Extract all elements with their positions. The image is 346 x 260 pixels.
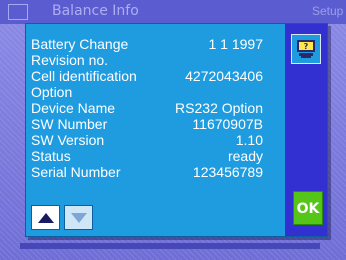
info-row-cell-identification: Cell identification 4272043406: [31, 68, 263, 84]
info-row-status: Status ready: [31, 148, 263, 164]
info-label: Battery Change: [31, 36, 129, 52]
svg-text:?: ?: [304, 42, 309, 51]
background-title-bar: Balance Info Setup: [0, 0, 346, 24]
info-value: 1.10: [235, 132, 263, 148]
arrow-down-icon: [71, 213, 87, 223]
info-label: SW Number: [31, 116, 108, 132]
balance-info-dialog: Battery Change 1 1 1997 Revision no. Cel…: [25, 23, 328, 237]
info-value: 1 1 1997: [208, 36, 264, 52]
info-value: 123456789: [192, 164, 263, 180]
info-value: 11670907B: [192, 116, 263, 132]
background-title: Balance Info: [52, 3, 139, 19]
info-value: ready: [227, 148, 263, 164]
info-row-sw-version: SW Version 1.10: [31, 132, 263, 148]
info-label: Cell identification: [31, 68, 137, 84]
info-label: Option: [31, 84, 73, 100]
info-row-battery-change: Battery Change 1 1 1997: [31, 36, 263, 52]
background-setup-label: Setup: [312, 4, 344, 18]
help-question-icon: ?: [297, 40, 315, 58]
side-panel: ? OK: [285, 24, 327, 236]
info-label: Revision no.: [31, 52, 109, 68]
info-panel: Battery Change 1 1 1997 Revision no. Cel…: [26, 24, 276, 202]
info-value: RS232 Option: [175, 100, 263, 116]
info-label: SW Version: [31, 132, 105, 148]
info-value: 4272043406: [185, 68, 263, 84]
background-bottom-bar: [20, 243, 320, 249]
help-button[interactable]: ?: [291, 34, 321, 64]
info-label: Device Name: [31, 100, 116, 116]
balance-info-icon: [8, 4, 28, 20]
scroll-down-button[interactable]: [64, 205, 93, 230]
info-row-revision-no: Revision no.: [31, 52, 263, 68]
info-row-option: Option: [31, 84, 263, 100]
scroll-up-button[interactable]: [31, 205, 60, 230]
info-label: Status: [31, 148, 71, 164]
ok-button[interactable]: OK: [293, 191, 323, 225]
info-row-serial-number: Serial Number 123456789: [31, 164, 263, 180]
info-label: Serial Number: [31, 164, 121, 180]
info-row-sw-number: SW Number 11670907B: [31, 116, 263, 132]
arrow-up-icon: [38, 213, 54, 223]
info-row-device-name: Device Name RS232 Option: [31, 100, 263, 116]
